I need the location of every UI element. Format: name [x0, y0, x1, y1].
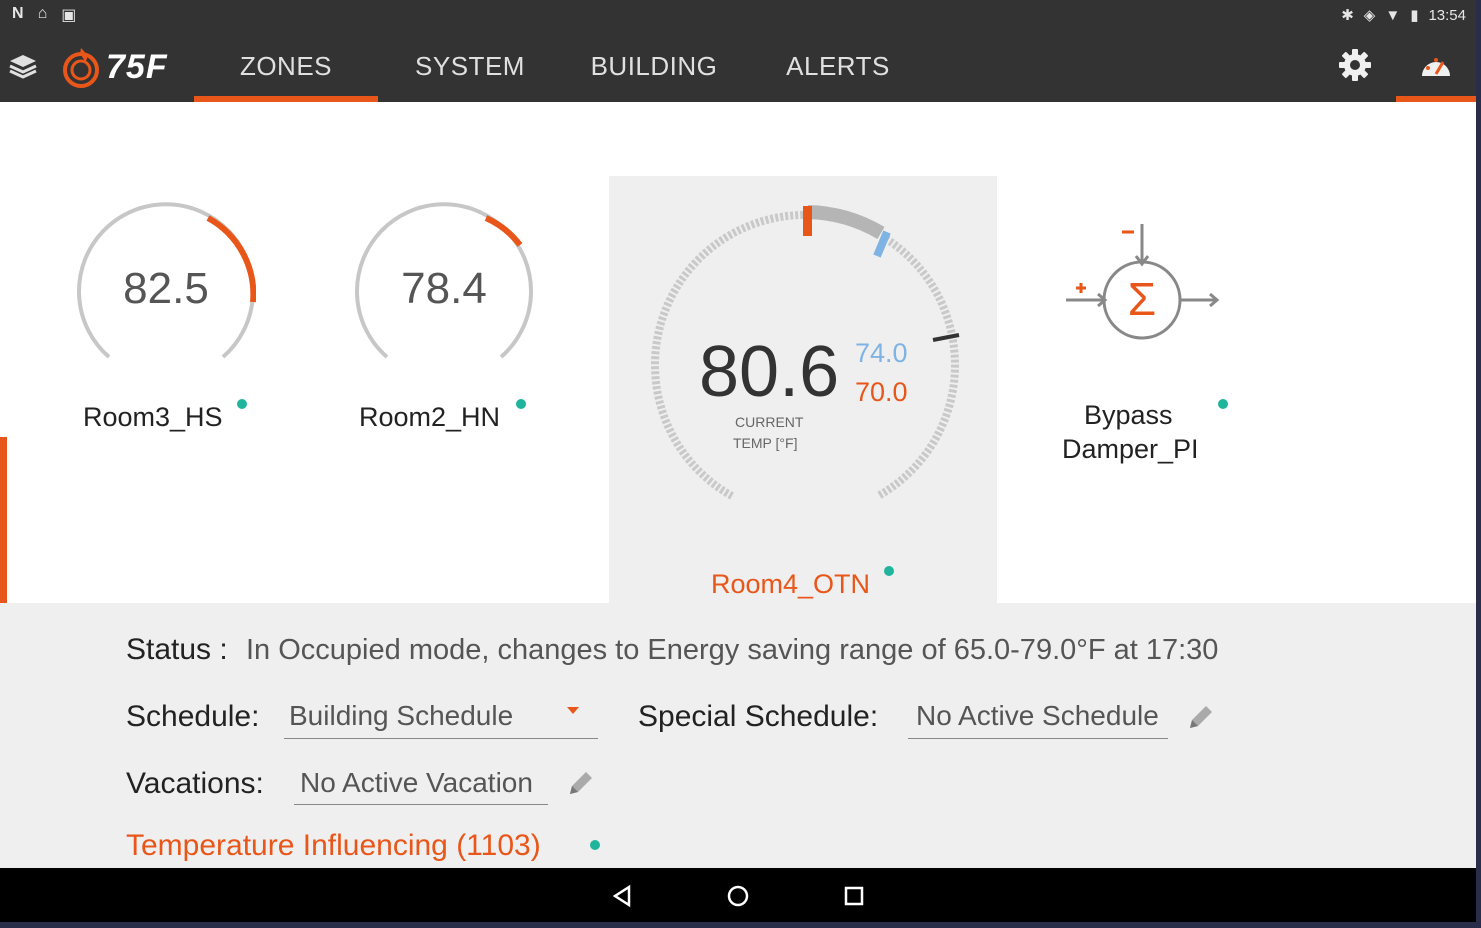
home-icon[interactable] [726, 884, 750, 908]
cooling-setpoint: 74.0 [855, 338, 908, 368]
flame-logo-icon [63, 48, 99, 88]
status-text: In Occupied mode, changes to Energy savi… [246, 634, 1219, 666]
vacations-field[interactable]: No Active Vacation [294, 765, 548, 805]
document-notification-icon: ▣ [61, 7, 77, 24]
sigma-symbol: Σ [1127, 273, 1157, 325]
wifi-icon: ▼ [1385, 6, 1401, 24]
home-notification-icon: ⌂ [37, 5, 48, 22]
vacations-value: No Active Vacation [300, 767, 533, 798]
speedometer-icon [1422, 58, 1450, 76]
app-window: N ⌂ ▣ ✱ ◈ ▼ ▮ 13:54 75F ZONES SYSTEM BUI… [0, 0, 1476, 922]
battery-icon: ▮ [1410, 7, 1419, 24]
left-accent-bar [0, 437, 7, 603]
zone-card-room3[interactable]: 82.5 Room3_HS [60, 182, 290, 462]
edit-pencil-icon[interactable] [1186, 702, 1216, 732]
layers-menu-icon[interactable] [8, 52, 38, 82]
android-nav-bar [0, 868, 1476, 922]
online-status-dot [237, 399, 247, 409]
dashboard-meter-button[interactable] [1396, 30, 1476, 102]
clock: 13:54 [1428, 6, 1466, 24]
temp-unit-label: TEMP [°F] [733, 435, 798, 451]
settings-gear-icon[interactable] [1336, 46, 1374, 84]
zone-name-line2: Damper_PI [1062, 434, 1199, 464]
heating-setpoint: 70.0 [855, 377, 908, 407]
tab-building[interactable]: BUILDING [562, 30, 746, 102]
vacations-label: Vacations: [126, 767, 264, 800]
tab-building-label: BUILDING [590, 50, 718, 81]
notification-n-icon: N [12, 5, 24, 22]
tab-system[interactable]: SYSTEM [378, 30, 562, 102]
logo-text: 75F [106, 47, 168, 86]
back-icon[interactable] [610, 884, 634, 908]
zone-name-line1: Bypass [1084, 400, 1173, 430]
current-temp: 80.6 [699, 332, 840, 412]
brand-logo: 75F [60, 44, 168, 90]
zone-details-panel: Status : In Occupied mode, changes to En… [0, 603, 1476, 868]
zone-card-room4-selected[interactable]: 80.6 74.0 70.0 CURRENT TEMP [°F] Room4_O… [609, 176, 997, 606]
zone-temp: 78.4 [401, 264, 487, 313]
zone-temp: 82.5 [123, 264, 209, 313]
special-schedule-label: Special Schedule: [638, 700, 879, 733]
online-status-dot [516, 399, 526, 409]
edit-pencil-icon[interactable] [566, 768, 596, 798]
zone-name: Room2_HN [359, 402, 501, 432]
schedule-dropdown[interactable]: Building Schedule [284, 697, 598, 739]
vibrate-icon: ◈ [1363, 7, 1376, 24]
online-status-dot [1218, 399, 1228, 409]
recents-icon[interactable] [842, 884, 866, 908]
temperature-influencing-link[interactable]: Temperature Influencing (1103) [126, 829, 541, 863]
special-schedule-field[interactable]: No Active Schedule [908, 697, 1168, 739]
app-bar: 75F ZONES SYSTEM BUILDING ALERTS [0, 30, 1476, 102]
schedule-value: Building Schedule [289, 700, 514, 731]
zone-name: Room3_HS [83, 402, 223, 432]
dropdown-arrow-icon [567, 707, 579, 714]
tab-system-label: SYSTEM [415, 50, 525, 81]
android-status-bar: N ⌂ ▣ ✱ ◈ ▼ ▮ 13:54 [0, 0, 1476, 30]
zones-panel: 82.5 Room3_HS 78.4 Room2_HN 80.6 74.0 70… [0, 102, 1476, 606]
zone-card-room2[interactable]: 78.4 Room2_HN [338, 182, 568, 462]
tab-zones[interactable]: ZONES [194, 30, 378, 102]
tab-alerts-label: ALERTS [786, 50, 890, 81]
online-status-dot [884, 566, 894, 576]
zone-card-bypass-damper[interactable]: Σ Bypass Damper_PI [1050, 212, 1250, 482]
tab-alerts[interactable]: ALERTS [746, 30, 930, 102]
special-schedule-value: No Active Schedule [916, 700, 1159, 731]
schedule-label: Schedule: [126, 700, 260, 733]
current-label: CURRENT [735, 414, 804, 430]
status-label: Status : [126, 633, 228, 666]
tab-zones-label: ZONES [239, 50, 333, 81]
zone-name: Room4_OTN [711, 569, 871, 599]
online-status-dot [590, 840, 600, 850]
bluetooth-icon: ✱ [1341, 7, 1354, 24]
